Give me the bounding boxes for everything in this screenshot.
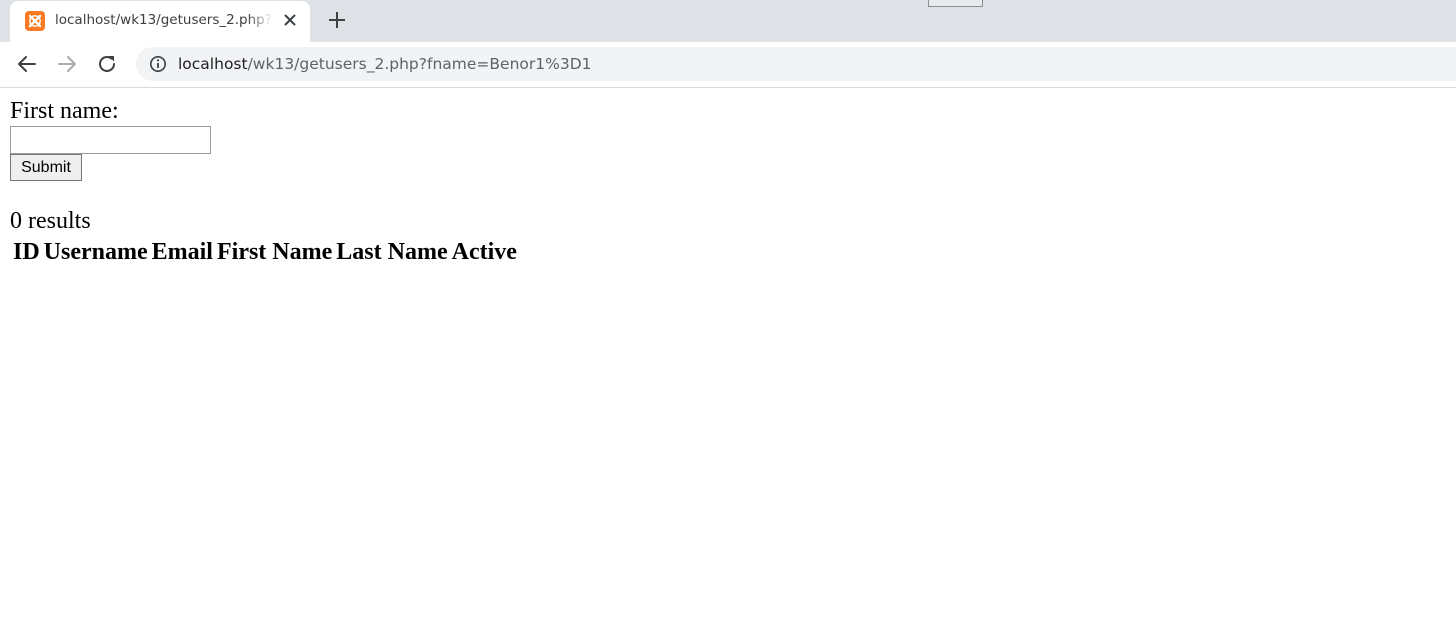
column-header-first-name: First Name	[216, 239, 333, 265]
submit-button[interactable]: Submit	[10, 154, 82, 181]
tab-title: localhost/wk13/getusers_2.php?fname=Beno…	[55, 12, 273, 28]
xampp-favicon-icon	[25, 11, 45, 31]
browser-tab[interactable]: localhost/wk13/getusers_2.php?fname=Beno…	[10, 1, 310, 42]
arrow-left-icon[interactable]	[15, 52, 39, 76]
search-form: First name: Submit	[10, 96, 520, 181]
info-icon[interactable]	[149, 55, 167, 73]
arrow-right-icon[interactable]	[55, 52, 79, 76]
close-icon[interactable]	[282, 12, 298, 28]
column-header-last-name: Last Name	[336, 239, 448, 265]
browser-toolbar: localhost/wk13/getusers_2.php?fname=Beno…	[0, 42, 1456, 88]
url-text: localhost/wk13/getusers_2.php?fname=Beno…	[178, 55, 592, 73]
reload-icon[interactable]	[95, 52, 119, 76]
tab-strip: localhost/wk13/getusers_2.php?fname=Beno…	[0, 0, 1456, 42]
column-header-active: Active	[451, 239, 517, 265]
users-table: ID Username Email First Name Last Name A…	[10, 236, 520, 269]
column-header-username: Username	[43, 239, 148, 265]
page-content: First name: Submit 0 results ID Username…	[10, 96, 520, 269]
first-name-label: First name:	[10, 98, 119, 124]
plus-icon[interactable]	[326, 9, 348, 31]
column-header-email: Email	[151, 239, 213, 265]
column-header-id: ID	[13, 239, 40, 265]
url-host: localhost	[178, 55, 248, 73]
address-bar[interactable]: localhost/wk13/getusers_2.php?fname=Beno…	[136, 47, 1456, 81]
url-path: /wk13/getusers_2.php?fname=Benor1%3D1	[247, 55, 592, 73]
table-header-row: ID Username Email First Name Last Name A…	[12, 238, 518, 267]
window-control[interactable]	[928, 0, 983, 7]
results-count: 0 results	[10, 208, 91, 234]
first-name-input[interactable]	[10, 126, 211, 154]
